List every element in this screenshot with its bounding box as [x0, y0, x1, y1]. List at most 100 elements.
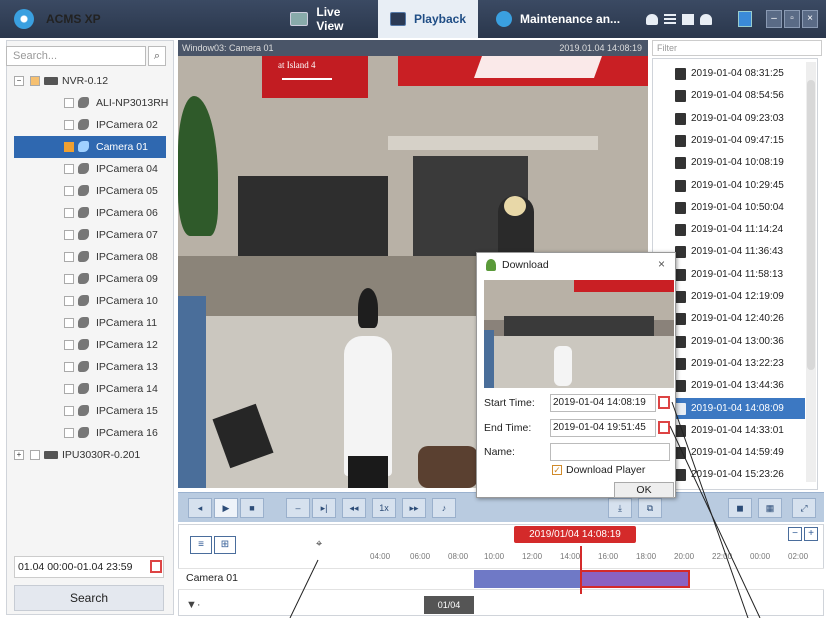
- download-icon[interactable]: ⤓: [608, 498, 632, 518]
- tree-item-camera[interactable]: IPCamera 07: [14, 224, 166, 246]
- recording-segment[interactable]: [474, 570, 580, 588]
- recording-list-scrollbar[interactable]: [806, 62, 816, 482]
- lock-icon[interactable]: [738, 11, 752, 27]
- tree-item-nvr[interactable]: − NVR-0.12: [14, 70, 166, 92]
- scrollbar-thumb[interactable]: [807, 80, 815, 370]
- camera-capture-icon[interactable]: ◼: [728, 498, 752, 518]
- speed-up-icon[interactable]: ▸▸: [402, 498, 426, 518]
- recording-item[interactable]: 2019-01-04 10:08:19: [653, 152, 805, 173]
- tree-checkbox[interactable]: [64, 98, 74, 108]
- recording-item[interactable]: 2019-01-04 08:31:25: [653, 63, 805, 84]
- end-calendar-icon[interactable]: [658, 421, 670, 434]
- date-chip[interactable]: 01/04: [424, 596, 474, 614]
- ok-button[interactable]: OK: [614, 482, 674, 498]
- tab-live-view[interactable]: Live View: [278, 0, 378, 38]
- timeline-mode-icon[interactable]: ≡: [190, 536, 212, 554]
- play-icon[interactable]: ▶: [214, 498, 238, 518]
- search-button[interactable]: Search: [14, 585, 164, 611]
- camera-icon: [78, 427, 89, 438]
- recording-item[interactable]: 2019-01-04 09:23:03: [653, 108, 805, 129]
- slow-down-icon[interactable]: ◂◂: [342, 498, 366, 518]
- tree-expander-icon[interactable]: +: [14, 450, 24, 460]
- tree-checkbox[interactable]: [64, 274, 74, 284]
- tree-item-camera[interactable]: IPCamera 05: [14, 180, 166, 202]
- start-calendar-icon[interactable]: [658, 396, 670, 409]
- menu-icon[interactable]: [664, 14, 676, 25]
- previous-frame-icon[interactable]: ◂: [188, 498, 212, 518]
- name-field[interactable]: [550, 443, 670, 461]
- file-icon: [675, 335, 686, 348]
- tree-item-camera[interactable]: IPCamera 13: [14, 356, 166, 378]
- tree-checkbox[interactable]: [64, 384, 74, 394]
- selected-recording-segment[interactable]: [580, 570, 690, 588]
- tree-item-camera[interactable]: IPCamera 10: [14, 290, 166, 312]
- timeline-split-icon[interactable]: ⊞: [214, 536, 236, 554]
- user-icon[interactable]: [700, 14, 712, 25]
- tab-maintenance[interactable]: Maintenance an...: [484, 0, 634, 38]
- tree-checkbox[interactable]: [64, 362, 74, 372]
- tree-checkbox[interactable]: [64, 406, 74, 416]
- tree-item-camera[interactable]: IPCamera 14: [14, 378, 166, 400]
- tree-expander-icon[interactable]: −: [14, 76, 24, 86]
- tree-item-camera[interactable]: IPCamera 08: [14, 246, 166, 268]
- tree-item-camera[interactable]: IPCamera 02: [14, 114, 166, 136]
- recording-item[interactable]: 2019-01-04 11:14:24: [653, 219, 805, 240]
- stop-icon[interactable]: ■: [240, 498, 264, 518]
- tree-item-camera[interactable]: IPCamera 09: [14, 268, 166, 290]
- tree-item-camera[interactable]: IPCamera 04: [14, 158, 166, 180]
- recording-filter-input[interactable]: Filter: [652, 40, 822, 56]
- filter-icon[interactable]: ▼·: [186, 599, 201, 611]
- tree-checkbox[interactable]: [30, 450, 40, 460]
- search-icon[interactable]: ⌕: [148, 46, 166, 66]
- tab-playback[interactable]: Playback: [378, 0, 478, 38]
- tree-checkbox[interactable]: [64, 208, 74, 218]
- close-icon[interactable]: ×: [802, 10, 818, 28]
- volume-icon[interactable]: ♪: [432, 498, 456, 518]
- tree-item-camera[interactable]: IPCamera 11: [14, 312, 166, 334]
- timeline-cursor[interactable]: [580, 546, 582, 594]
- zoom-out-button[interactable]: −: [788, 527, 802, 541]
- tree-checkbox[interactable]: [64, 252, 74, 262]
- fullscreen-icon[interactable]: ⤢: [792, 498, 816, 518]
- step-forward-icon[interactable]: ▸|: [312, 498, 336, 518]
- tree-checkbox[interactable]: [64, 340, 74, 350]
- recording-time: 2019-01-04 09:47:15: [691, 134, 784, 146]
- cloud-icon[interactable]: [646, 14, 658, 25]
- end-time-field[interactable]: 2019-01-04 19:51:45: [550, 419, 656, 437]
- tree-item-label: IPCamera 16: [96, 427, 158, 439]
- tree-item-camera[interactable]: IPCamera 16: [14, 422, 166, 444]
- tree-checkbox[interactable]: [30, 76, 40, 86]
- tree-checkbox[interactable]: [64, 164, 74, 174]
- tree-item-camera[interactable]: IPCamera 06: [14, 202, 166, 224]
- tree-item-camera[interactable]: ALI-NP3013RH: [14, 92, 168, 114]
- download-player-checkbox[interactable]: ✓: [552, 465, 562, 475]
- tree-item-camera[interactable]: Camera 01: [14, 136, 166, 158]
- recording-item[interactable]: 2019-01-04 10:50:04: [653, 197, 805, 218]
- tree-checkbox[interactable]: [64, 428, 74, 438]
- maximize-icon[interactable]: ▫: [784, 10, 800, 28]
- tree-checkbox[interactable]: [64, 296, 74, 306]
- video-window-label: Window03: Camera 01: [182, 43, 274, 53]
- calendar-icon[interactable]: [150, 560, 162, 573]
- layout-icon[interactable]: ▦: [758, 498, 782, 518]
- recording-item[interactable]: 2019-01-04 09:47:15: [653, 130, 805, 151]
- tree-checkbox[interactable]: [64, 318, 74, 328]
- recording-item[interactable]: 2019-01-04 10:29:45: [653, 175, 805, 196]
- time-range-field[interactable]: 01.04 00:00-01.04 23:59: [14, 556, 164, 578]
- clip-icon[interactable]: ⧉: [638, 498, 662, 518]
- tree-checkbox[interactable]: [64, 120, 74, 130]
- tree-checkbox[interactable]: [64, 230, 74, 240]
- tree-item-camera[interactable]: IPCamera 15: [14, 400, 166, 422]
- device-search-input[interactable]: Search...: [6, 46, 146, 66]
- tree-item-nvr[interactable]: + IPU3030R-0.201: [14, 444, 166, 466]
- tree-checkbox[interactable]: [64, 186, 74, 196]
- recording-item[interactable]: 2019-01-04 08:54:56: [653, 85, 805, 106]
- tree-checkbox[interactable]: [64, 142, 74, 152]
- start-time-field[interactable]: 2019-01-04 14:08:19: [550, 394, 656, 412]
- minimize-icon[interactable]: –: [766, 10, 782, 28]
- zoom-in-button[interactable]: +: [804, 527, 818, 541]
- dialog-close-icon[interactable]: ×: [658, 257, 665, 271]
- tree-item-camera[interactable]: IPCamera 12: [14, 334, 166, 356]
- image-icon[interactable]: [682, 14, 694, 25]
- step-back-icon[interactable]: –: [286, 498, 310, 518]
